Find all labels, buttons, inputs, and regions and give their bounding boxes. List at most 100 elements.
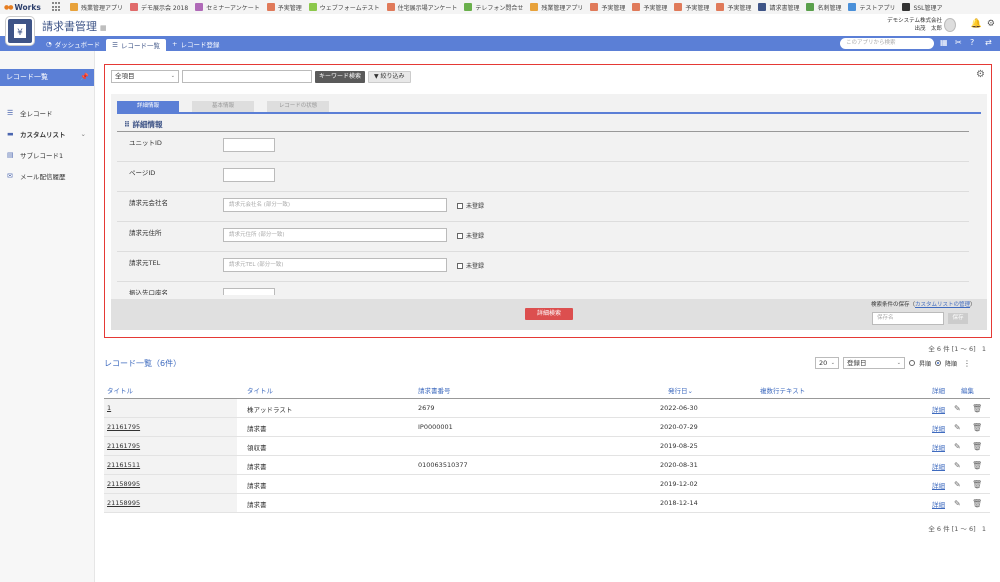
col-invoice-number[interactable]: 請求書番号 bbox=[418, 385, 451, 395]
custom-list-manage-link[interactable]: カスタムリストの管理 bbox=[915, 302, 970, 308]
col-multiline-text[interactable]: 複数行テキスト bbox=[760, 385, 805, 395]
save-name-input[interactable]: 保存名 bbox=[872, 312, 944, 325]
tab-record-status[interactable]: レコードの状態 bbox=[267, 101, 329, 112]
app-shortcut[interactable]: 住宅展示場アンケート bbox=[386, 3, 457, 12]
sidebar-item-custom-list[interactable]: ▬ カスタムリスト ⌄ bbox=[0, 123, 94, 144]
edit-icon[interactable]: ✎ bbox=[954, 461, 961, 470]
section-title: ⠿ 詳細情報 bbox=[117, 118, 969, 132]
sort-field-select[interactable]: 登録日 ⌄ bbox=[843, 357, 905, 369]
app-grid-icon[interactable] bbox=[52, 2, 62, 12]
more-options-icon[interactable]: ⋮ bbox=[963, 359, 971, 368]
page-number[interactable]: 1 bbox=[982, 345, 986, 353]
field-label: ユニットID bbox=[129, 139, 162, 147]
record-id-link[interactable]: 21161511 bbox=[107, 461, 140, 469]
calendar-icon[interactable]: ▦ bbox=[100, 24, 107, 32]
app-shortcut[interactable]: 残業管理アプリ bbox=[70, 3, 123, 12]
app-shortcut[interactable]: 名刺管理 bbox=[806, 3, 841, 12]
sidebar-item-all-records[interactable]: ☰ 全レコード bbox=[0, 102, 94, 123]
save-button[interactable]: 保存 bbox=[948, 313, 968, 324]
record-id-link[interactable]: 1 bbox=[107, 404, 111, 412]
field-input[interactable]: 請求元住所 (部分一致) bbox=[223, 228, 447, 242]
avatar[interactable] bbox=[944, 18, 956, 32]
detail-link[interactable]: 詳細 bbox=[932, 404, 945, 414]
record-id-link[interactable]: 21158995 bbox=[107, 480, 140, 488]
detail-link[interactable]: 詳細 bbox=[932, 442, 945, 452]
app-shortcut[interactable]: テストアプリ bbox=[848, 3, 895, 12]
unregistered-checkbox[interactable]: 未登録 bbox=[457, 261, 484, 270]
unregistered-checkbox[interactable]: 未登録 bbox=[457, 201, 484, 210]
cell-issue-date: 2020-08-31 bbox=[660, 461, 698, 469]
app-shortcut[interactable]: デモ展示会 2018 bbox=[130, 3, 188, 12]
checkbox[interactable] bbox=[457, 202, 463, 209]
field-input[interactable]: 請求元TEL (部分一致) bbox=[223, 258, 447, 272]
app-shortcut[interactable]: 予実管理 bbox=[716, 3, 751, 12]
filter-button[interactable]: ▼ 絞り込み bbox=[368, 70, 411, 83]
folder-icon: ▬ bbox=[7, 129, 14, 138]
checkbox[interactable] bbox=[457, 232, 463, 239]
app-shortcut[interactable]: テレフォン問合せ bbox=[464, 3, 523, 12]
field-input[interactable] bbox=[223, 288, 275, 295]
keyword-input[interactable] bbox=[182, 70, 312, 83]
app-shortcut[interactable]: 残業管理アプリ bbox=[530, 3, 583, 12]
app-shortcut[interactable]: SSL管理ア bbox=[902, 3, 942, 12]
bell-icon[interactable]: 🔔 bbox=[971, 19, 982, 29]
sidebar-item-mail-history[interactable]: ✉ メール配信履歴 bbox=[0, 165, 94, 186]
tab-detail-info[interactable]: 詳細情報 bbox=[117, 101, 179, 112]
trash-icon[interactable]: 🗑 bbox=[972, 480, 982, 489]
tab-dashboard[interactable]: ◔ ダッシュボード bbox=[40, 36, 106, 51]
app-icon[interactable]: ¥ bbox=[6, 17, 34, 45]
record-id-link[interactable]: 21161795 bbox=[107, 442, 140, 450]
unregistered-checkbox[interactable]: 未登録 bbox=[457, 231, 484, 240]
works-logo[interactable]: ●● Works bbox=[0, 3, 48, 12]
settings-gear-icon[interactable]: ⚙ bbox=[976, 69, 985, 80]
trash-icon[interactable]: 🗑 bbox=[972, 461, 982, 470]
app-shortcut[interactable]: ウェブフォームテスト bbox=[308, 3, 380, 12]
col-title[interactable]: タイトル bbox=[247, 385, 273, 395]
sync-icon[interactable]: ⇄ bbox=[985, 38, 992, 47]
app-shortcut[interactable]: 予実管理 bbox=[590, 3, 625, 12]
sidebar-item-subrecord[interactable]: ▤ サブレコード1 bbox=[0, 144, 94, 165]
app-shortcut[interactable]: セミナーアンケート bbox=[195, 3, 260, 12]
edit-icon[interactable]: ✎ bbox=[954, 404, 961, 413]
detail-link[interactable]: 詳細 bbox=[932, 461, 945, 471]
trash-icon[interactable]: 🗑 bbox=[972, 442, 982, 451]
trash-icon[interactable]: 🗑 bbox=[972, 499, 982, 508]
app-shortcut[interactable]: 請求書管理 bbox=[758, 3, 799, 12]
qr-code-icon[interactable]: ▦ bbox=[940, 38, 948, 47]
app-search-input[interactable]: このアプリから検索 bbox=[840, 38, 934, 49]
gear-icon[interactable]: ⚙ bbox=[987, 19, 995, 29]
checkbox[interactable] bbox=[457, 262, 463, 269]
detail-link[interactable]: 詳細 bbox=[932, 499, 945, 509]
edit-icon[interactable]: ✎ bbox=[954, 442, 961, 451]
page-number[interactable]: 1 bbox=[982, 525, 986, 533]
tab-record-list[interactable]: ☰ レコード一覧 bbox=[106, 39, 166, 51]
field-input[interactable] bbox=[223, 168, 275, 182]
edit-icon[interactable]: ✎ bbox=[954, 499, 961, 508]
edit-icon[interactable]: ✎ bbox=[954, 423, 961, 432]
trash-icon[interactable]: 🗑 bbox=[972, 423, 982, 432]
field-input[interactable]: 請求元会社名 (部分一致) bbox=[223, 198, 447, 212]
col-title-id[interactable]: タイトル bbox=[107, 385, 133, 395]
order-desc-radio[interactable] bbox=[935, 360, 942, 366]
tab-record-add[interactable]: + レコード登録 bbox=[166, 36, 225, 51]
detail-link[interactable]: 詳細 bbox=[932, 480, 945, 490]
app-shortcut[interactable]: 予実管理 bbox=[632, 3, 667, 12]
col-issue-date[interactable]: 発行日⌄ bbox=[668, 385, 693, 395]
keyword-search-button[interactable]: キーワード検索 bbox=[315, 70, 366, 83]
trash-icon[interactable]: 🗑 bbox=[972, 404, 982, 413]
order-asc-radio[interactable] bbox=[909, 360, 915, 366]
app-shortcut[interactable]: 予実管理 bbox=[674, 3, 709, 12]
tab-basic-info[interactable]: 基本情報 bbox=[192, 101, 254, 112]
tools-icon[interactable]: ✂ bbox=[955, 38, 962, 47]
record-id-link[interactable]: 21161795 bbox=[107, 423, 140, 431]
record-id-link[interactable]: 21158995 bbox=[107, 499, 140, 507]
per-page-select[interactable]: 20 ⌄ bbox=[815, 357, 839, 369]
edit-icon[interactable]: ✎ bbox=[954, 480, 961, 489]
detail-link[interactable]: 詳細 bbox=[932, 423, 945, 433]
field-input[interactable] bbox=[223, 138, 275, 152]
pin-icon[interactable]: 📌 bbox=[80, 69, 89, 86]
app-shortcut[interactable]: 予実管理 bbox=[266, 3, 302, 12]
field-select[interactable]: 全項目 ⌄ bbox=[111, 70, 179, 83]
help-icon[interactable]: ? bbox=[970, 38, 974, 47]
detail-search-button[interactable]: 詳細検索 bbox=[525, 308, 573, 320]
